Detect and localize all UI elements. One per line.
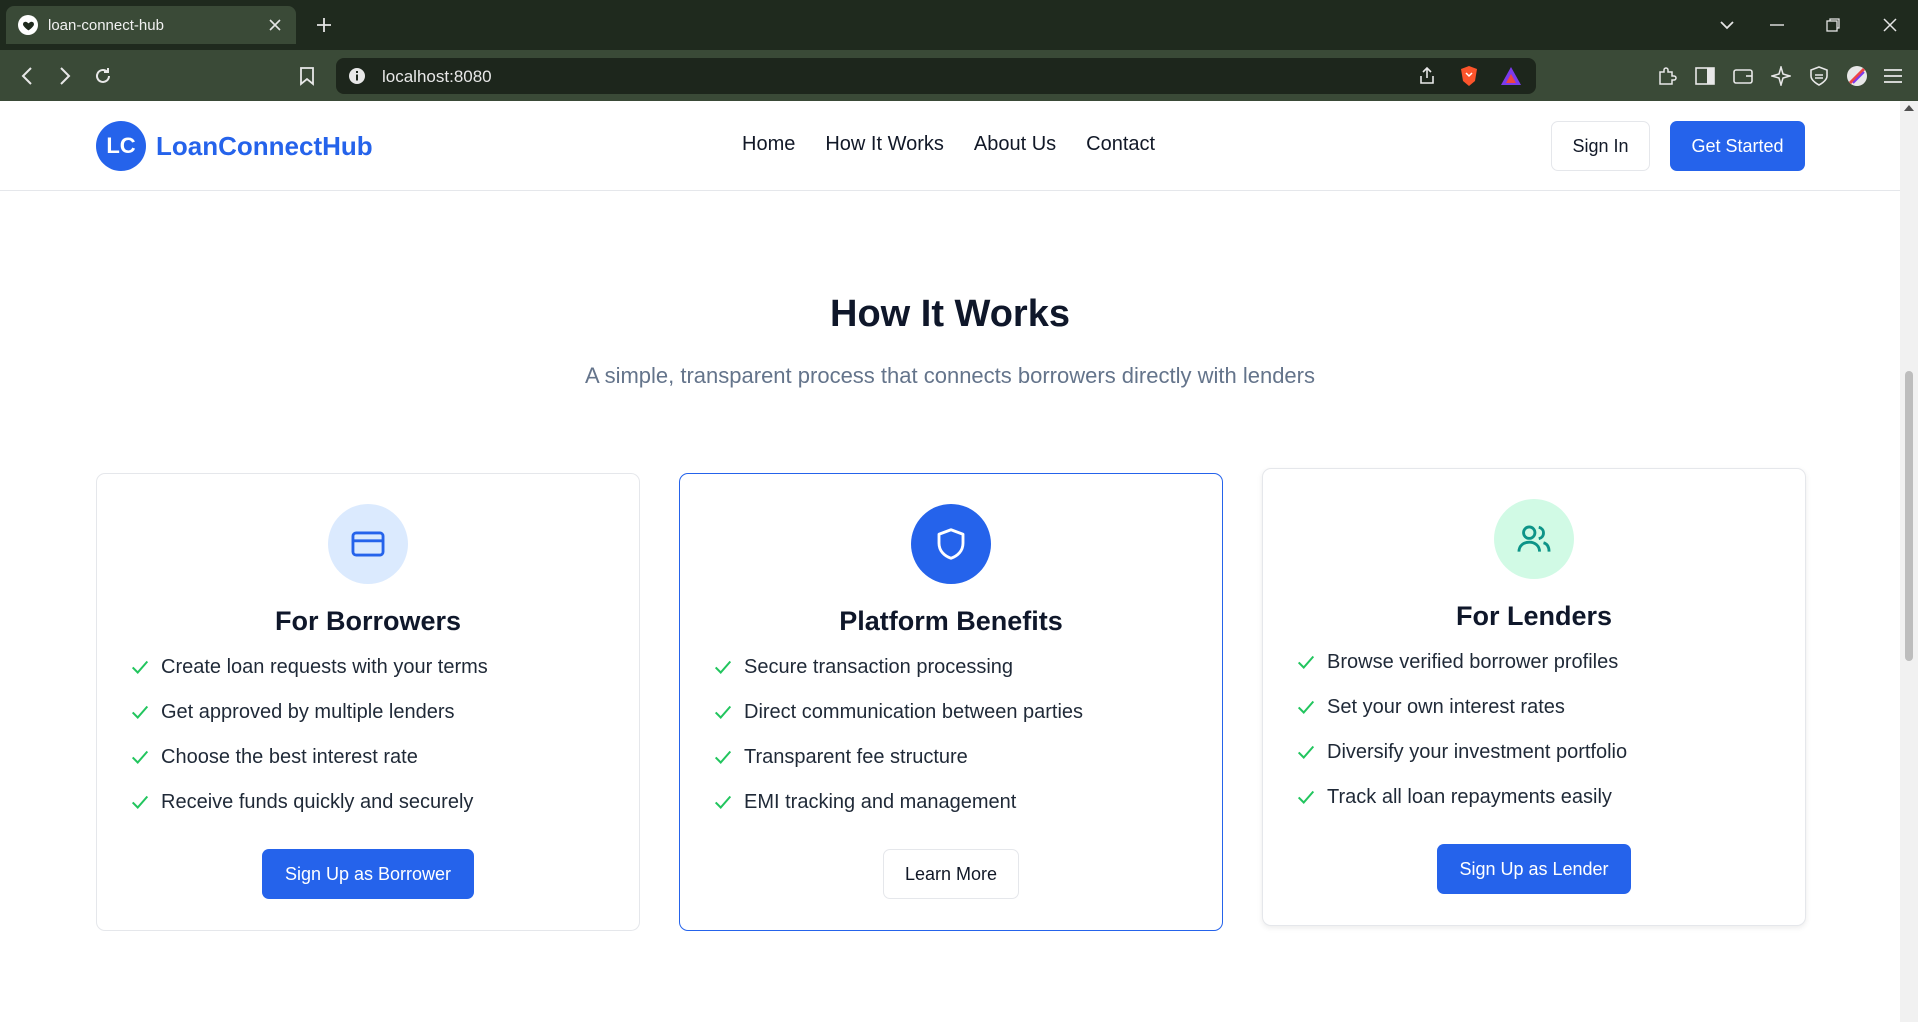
check-icon (1297, 790, 1315, 804)
share-icon[interactable] (1414, 63, 1440, 89)
heart-favicon-icon (18, 15, 38, 35)
list-item: EMI tracking and management (712, 791, 1083, 836)
bookmark-icon[interactable] (294, 63, 320, 89)
shield-icon (911, 504, 991, 584)
logo-badge: LC (96, 121, 146, 171)
feature-text: Secure transaction processing (744, 656, 1014, 678)
list-item: Receive funds quickly and securely (129, 791, 488, 836)
close-window-icon[interactable] (1878, 13, 1902, 37)
learn-more-button[interactable]: Learn More (883, 849, 1019, 899)
credit-card-icon (328, 504, 408, 584)
check-icon (714, 750, 732, 764)
nav-link-how-it-works[interactable]: How It Works (825, 133, 944, 156)
leo-ai-icon[interactable] (1768, 63, 1794, 89)
profile-icon[interactable] (1844, 63, 1870, 89)
feature-text: Choose the best interest rate (161, 746, 418, 768)
browser-tab[interactable]: loan-connect-hub (6, 6, 296, 44)
card-title: For Borrowers (274, 606, 462, 636)
list-item: Create loan requests with your terms (129, 656, 488, 701)
list-item: Diversify your investment portfolio (1295, 741, 1627, 786)
feature-text: Create loan requests with your terms (161, 656, 488, 678)
section-title: How It Works (830, 293, 1070, 335)
close-tab-icon[interactable] (266, 16, 284, 34)
nav-link-home[interactable]: Home (742, 133, 795, 156)
check-icon (131, 750, 149, 764)
site-info-icon[interactable] (346, 65, 368, 87)
reload-icon[interactable] (90, 63, 116, 89)
check-icon (1297, 700, 1315, 714)
vpn-shield-icon[interactable] (1806, 63, 1832, 89)
check-icon (1297, 655, 1315, 669)
check-icon (1297, 745, 1315, 759)
forward-arrow-icon[interactable] (52, 63, 78, 89)
list-item: Transparent fee structure (712, 746, 1083, 791)
check-icon (714, 795, 732, 809)
borrowers-card: For Borrowers Create loan requests with … (96, 473, 640, 931)
minimize-icon[interactable] (1765, 13, 1789, 37)
brand-logo[interactable]: LC LoanConnectHub (96, 121, 373, 171)
feature-text: Transparent fee structure (744, 746, 968, 768)
lenders-card: For Lenders Browse verified borrower pro… (1262, 468, 1806, 926)
list-item: Direct communication between parties (712, 701, 1083, 746)
address-bar[interactable]: localhost:8080 (336, 58, 1536, 94)
check-icon (714, 705, 732, 719)
nav-link-about-us[interactable]: About Us (974, 133, 1056, 156)
site-header: LC LoanConnectHub Home How It Works Abou… (0, 101, 1900, 191)
sidebar-icon[interactable] (1692, 63, 1718, 89)
sign-in-button[interactable]: Sign In (1551, 121, 1650, 171)
get-started-button[interactable]: Get Started (1670, 121, 1805, 171)
feature-text: Diversify your investment portfolio (1327, 741, 1628, 763)
check-icon (131, 795, 149, 809)
list-item: Secure transaction processing (712, 656, 1083, 701)
card-title: Platform Benefits (839, 606, 1063, 636)
feature-text: Track all loan repayments easily (1327, 786, 1612, 808)
restore-icon[interactable] (1821, 13, 1845, 37)
new-tab-plus-icon[interactable] (312, 13, 336, 37)
extensions-puzzle-icon[interactable] (1654, 63, 1680, 89)
list-item: Set your own interest rates (1295, 696, 1627, 741)
browser-toolbar: localhost:8080 (0, 50, 1918, 101)
menu-hamburger-icon[interactable] (1880, 63, 1906, 89)
brave-rewards-icon[interactable] (1498, 63, 1524, 89)
feature-text: Set your own interest rates (1327, 696, 1565, 718)
feature-text: Get approved by multiple lenders (161, 701, 455, 723)
page-scrollbar[interactable] (1900, 101, 1918, 1022)
check-icon (131, 660, 149, 674)
brave-shields-icon[interactable] (1456, 63, 1482, 89)
feature-text: Browse verified borrower profiles (1327, 651, 1619, 673)
main-nav: Home How It Works About Us Contact (742, 133, 1155, 156)
sign-up-lender-button[interactable]: Sign Up as Lender (1437, 844, 1631, 894)
sign-up-borrower-button[interactable]: Sign Up as Borrower (262, 849, 474, 899)
feature-text: EMI tracking and management (744, 791, 1017, 813)
url-text: localhost:8080 (382, 67, 492, 86)
list-item: Choose the best interest rate (129, 746, 488, 791)
wallet-icon[interactable] (1730, 63, 1756, 89)
tab-search-chevron-icon[interactable] (1715, 13, 1739, 37)
feature-list: Create loan requests with your terms Get… (129, 656, 488, 836)
card-title: For Lenders (1455, 601, 1613, 631)
section-subtitle: A simple, transparent process that conne… (585, 363, 1315, 388)
check-icon (131, 705, 149, 719)
feature-list: Secure transaction processing Direct com… (712, 656, 1083, 836)
platform-benefits-card: Platform Benefits Secure transaction pro… (679, 473, 1223, 931)
browser-tab-bar: loan-connect-hub (0, 0, 1918, 50)
check-icon (714, 660, 732, 674)
users-icon (1494, 499, 1574, 579)
scrollbar-thumb[interactable] (1905, 371, 1913, 661)
page-viewport: LC LoanConnectHub Home How It Works Abou… (0, 101, 1900, 1022)
feature-text: Receive funds quickly and securely (161, 791, 474, 813)
list-item: Track all loan repayments easily (1295, 786, 1627, 831)
tab-title: loan-connect-hub (48, 16, 164, 34)
back-arrow-icon[interactable] (14, 63, 40, 89)
scroll-up-arrow-icon[interactable] (1904, 105, 1914, 111)
feature-list: Browse verified borrower profiles Set yo… (1295, 651, 1627, 831)
nav-link-contact[interactable]: Contact (1086, 133, 1155, 156)
list-item: Get approved by multiple lenders (129, 701, 488, 746)
brand-name: LoanConnectHub (156, 130, 373, 161)
list-item: Browse verified borrower profiles (1295, 651, 1627, 696)
feature-text: Direct communication between parties (744, 701, 1084, 723)
